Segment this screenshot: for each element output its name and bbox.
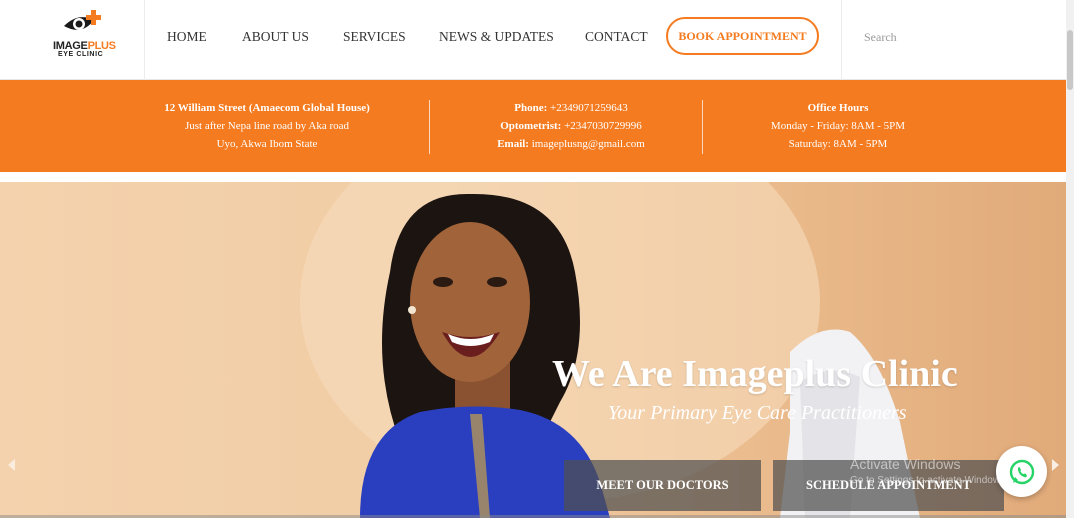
whatsapp-icon	[1009, 459, 1034, 484]
site-logo[interactable]: IMAGEPLUS EYE CLINIC	[0, 0, 145, 80]
eye-plus-logo-icon	[64, 10, 101, 30]
chevron-left-icon[interactable]	[8, 459, 15, 471]
book-appointment-button[interactable]: BOOK APPOINTMENT	[666, 17, 819, 55]
site-header: IMAGEPLUS EYE CLINIC HOME ABOUT US SERVI…	[0, 0, 1074, 80]
nav-home[interactable]: HOME	[167, 29, 207, 45]
info-divider	[429, 100, 430, 154]
phone-value[interactable]: +2349071259643	[550, 102, 628, 114]
nav-about-us[interactable]: ABOUT US	[242, 29, 309, 45]
search-box	[841, 0, 1074, 80]
nav-news-updates[interactable]: NEWS & UPDATES	[439, 29, 554, 45]
meet-our-doctors-button[interactable]: MEET OUR DOCTORS	[564, 460, 761, 511]
page-scrollbar[interactable]	[1066, 0, 1074, 518]
optometrist-label: Optometrist:	[500, 120, 562, 132]
windows-watermark-subtitle: Go to Settings to activate Windows.	[850, 475, 1008, 486]
chevron-right-icon[interactable]	[1052, 459, 1059, 471]
email-value[interactable]: imageplusng@gmail.com	[532, 138, 645, 150]
whatsapp-button[interactable]	[996, 446, 1047, 497]
nav-contact[interactable]: CONTACT	[585, 29, 648, 45]
hero-title: We Are Imageplus Clinic	[552, 353, 958, 395]
info-bar: 12 William Street (Amaecom Global House)…	[0, 80, 1066, 172]
address-line-3: Uyo, Akwa Ibom State	[216, 138, 318, 150]
address-line-2: Just after Nepa line road by Aka road	[184, 120, 350, 132]
nav-services[interactable]: SERVICES	[343, 29, 406, 45]
email-label: Email:	[497, 138, 529, 150]
windows-watermark-title: Activate Windows	[850, 456, 961, 472]
logo-tagline: EYE CLINIC	[58, 51, 104, 58]
contact-block: Phone: +2349071259643 Optometrist: +2347…	[440, 99, 702, 153]
hours-saturday: Saturday: 8AM - 5PM	[788, 138, 888, 150]
hours-title: Office Hours	[807, 102, 869, 114]
info-divider	[702, 100, 703, 154]
phone-label: Phone:	[514, 102, 548, 114]
hours-weekday: Monday - Friday: 8AM - 5PM	[770, 120, 906, 132]
optometrist-value[interactable]: +2347030729996	[564, 120, 642, 132]
hours-block: Office Hours Monday - Friday: 8AM - 5PM …	[738, 99, 938, 153]
scrollbar-thumb[interactable]	[1067, 30, 1073, 90]
hero-subtitle: Your Primary Eye Care Practitioners	[608, 402, 907, 424]
address-line-1: 12 William Street (Amaecom Global House)	[164, 102, 370, 114]
address-block: 12 William Street (Amaecom Global House)…	[150, 99, 384, 153]
search-input[interactable]	[864, 28, 1044, 46]
